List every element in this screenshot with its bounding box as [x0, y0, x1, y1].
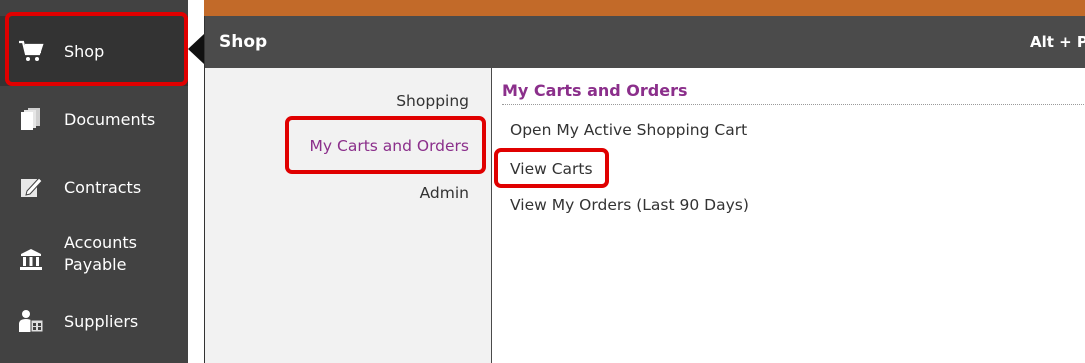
cart-icon — [18, 38, 44, 64]
suppliers-icon — [18, 308, 44, 334]
keyboard-shortcut: Alt + P — [1030, 33, 1085, 51]
section-title: My Carts and Orders — [502, 81, 688, 100]
sidebar-item-label: Shop — [64, 41, 105, 61]
section-divider — [502, 104, 1085, 105]
category-shopping[interactable]: Shopping — [396, 92, 469, 110]
sidebar-item-label-line1: Accounts — [64, 233, 137, 252]
sidebar-item-label-line2: Payable — [64, 255, 127, 274]
category-content: My Carts and Orders Open My Active Shopp… — [492, 68, 1085, 363]
sidebar-item-label: Documents — [64, 109, 156, 129]
documents-icon — [18, 106, 44, 132]
flyout-header: Shop Alt + P — [205, 16, 1085, 68]
sidebar-item-shop[interactable]: Shop — [0, 16, 188, 86]
link-view-carts[interactable]: View Carts — [510, 160, 593, 178]
sidebar-item-accounts-payable[interactable]: Accounts Payable — [0, 228, 188, 290]
link-open-my-active-shopping-cart[interactable]: Open My Active Shopping Cart — [510, 121, 747, 139]
sidebar-item-contracts[interactable]: Contracts — [0, 164, 188, 210]
flyout-title: Shop — [219, 32, 268, 52]
sidebar: Shop Documents Contracts Accounts Payabl… — [0, 0, 188, 363]
flyout-pointer-arrow — [188, 34, 204, 64]
bank-icon — [18, 246, 44, 272]
shop-flyout-menu: Shop Alt + P Shopping My Carts and Order… — [204, 16, 1085, 363]
link-view-my-orders[interactable]: View My Orders (Last 90 Days) — [510, 196, 749, 214]
category-list: Shopping My Carts and Orders Admin — [205, 68, 492, 363]
page-top-stripe — [204, 0, 1085, 16]
sidebar-item-label: Contracts — [64, 177, 142, 197]
sidebar-item-documents[interactable]: Documents — [0, 96, 188, 142]
sidebar-item-suppliers[interactable]: Suppliers — [0, 298, 188, 344]
contract-icon — [18, 174, 44, 200]
category-admin[interactable]: Admin — [420, 184, 469, 202]
sidebar-item-label: Suppliers — [64, 311, 139, 331]
category-my-carts-and-orders[interactable]: My Carts and Orders — [310, 137, 469, 155]
